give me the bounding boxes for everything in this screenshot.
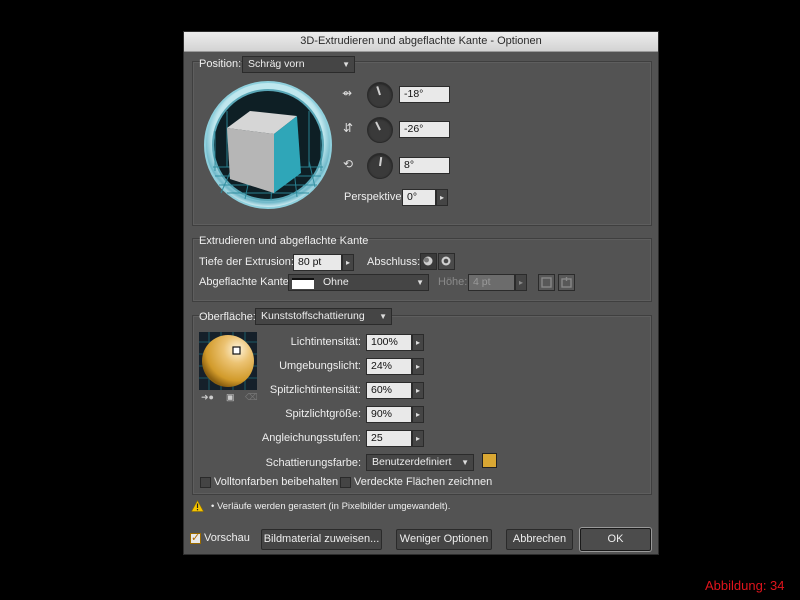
blend-steps-stepper-button[interactable]: ▸ <box>412 430 424 447</box>
bevel-dropdown[interactable]: Ohne ▼ <box>288 274 429 291</box>
draw-hidden-faces-label: Verdeckte Flächen zeichnen <box>354 476 493 488</box>
light-intensity-stepper-button[interactable]: ▸ <box>412 334 424 351</box>
bevel-preview-swatch <box>292 278 314 289</box>
z-rotation-knob[interactable] <box>367 153 393 179</box>
warning-icon <box>191 500 204 512</box>
z-rotation-input[interactable]: 8° <box>399 157 450 174</box>
shading-color-dropdown[interactable]: Benutzerdefiniert ▼ <box>366 454 474 471</box>
raster-warning-text: • Verläufe werden gerastert (in Pixelbil… <box>211 501 451 512</box>
blend-steps-label: Angleichungsstufen: <box>261 432 361 444</box>
bevel-height-input[interactable]: 4 pt <box>468 274 515 291</box>
surface-dropdown[interactable]: Kunststoffschattierung ▼ <box>255 308 392 325</box>
bevel-in-icon <box>561 277 572 288</box>
checkmark-icon: ✓ <box>191 532 201 544</box>
preview-checkbox[interactable]: ✓ <box>190 532 201 544</box>
surface-value: Kunststoffschattierung <box>261 310 365 322</box>
map-art-button[interactable]: Bildmaterial zuweisen... <box>261 529 382 550</box>
figure-caption: Abbildung: 34 <box>705 578 785 593</box>
ambient-light-stepper-button[interactable]: ▸ <box>412 358 424 375</box>
bevel-out-icon <box>541 277 552 288</box>
blend-steps-input[interactable]: 25 <box>366 430 412 447</box>
extrusion-depth-stepper-button[interactable]: ▸ <box>342 254 354 271</box>
cap-off-icon <box>441 256 451 266</box>
x-axis-icon: ⇴ <box>342 86 353 100</box>
bevel-height-stepper-button[interactable]: ▸ <box>515 274 527 291</box>
extrusion-depth-input[interactable]: 80 pt <box>293 254 342 271</box>
bevel-height-label: Höhe: <box>438 276 468 288</box>
y-rotation-knob[interactable] <box>367 117 393 143</box>
bevel-out-button[interactable] <box>538 274 555 291</box>
chevron-down-icon: ▼ <box>416 278 424 287</box>
preserve-spot-colors-checkbox[interactable] <box>200 477 211 488</box>
y-rotation-input[interactable]: -26° <box>399 121 450 138</box>
perspective-stepper-button[interactable]: ▸ <box>436 189 448 206</box>
cap-on-icon <box>423 256 433 266</box>
z-axis-icon: ⟲ <box>343 157 354 171</box>
cancel-button[interactable]: Abbrechen <box>506 529 573 550</box>
x-rotation-input[interactable]: -18° <box>399 86 450 103</box>
cap-on-button[interactable] <box>420 253 437 270</box>
light-intensity-label: Lichtintensität: <box>290 336 361 348</box>
extrude-section-title: Extrudieren und abgeflachte Kante <box>199 235 369 247</box>
position-preset-dropdown[interactable]: Schräg vorn ▼ <box>242 56 355 73</box>
cap-label: Abschluss: <box>367 256 421 268</box>
surface-label: Oberfläche: <box>199 311 256 323</box>
light-source-handle[interactable] <box>232 346 241 355</box>
draw-hidden-faces-checkbox[interactable] <box>340 477 351 488</box>
bevel-value: Ohne <box>323 276 349 288</box>
light-intensity-input[interactable]: 100% <box>366 334 412 351</box>
move-light-back-icon[interactable]: ➜● <box>201 392 214 403</box>
highlight-intensity-stepper-button[interactable]: ▸ <box>412 382 424 399</box>
cap-off-button[interactable] <box>438 253 455 270</box>
dialog-window: 3D-Extrudieren und abgeflachte Kante - O… <box>183 31 659 555</box>
bevel-in-button[interactable] <box>558 274 575 291</box>
perspective-input[interactable]: 0° <box>402 189 436 206</box>
extrusion-depth-label: Tiefe der Extrusion: <box>199 256 294 268</box>
x-rotation-knob[interactable] <box>367 82 393 108</box>
fewer-options-button[interactable]: Weniger Optionen <box>396 529 492 550</box>
shading-color-value: Benutzerdefiniert <box>372 456 452 468</box>
preview-label: Vorschau <box>204 532 250 544</box>
track-cube-preview[interactable] <box>201 81 335 209</box>
y-axis-icon: ⇵ <box>343 121 354 135</box>
shading-color-swatch[interactable] <box>482 453 497 468</box>
highlight-size-label: Spitzlichtgröße: <box>285 408 361 420</box>
dialog-title: 3D-Extrudieren und abgeflachte Kante - O… <box>184 32 658 52</box>
ok-button[interactable]: OK <box>580 528 651 551</box>
chevron-down-icon: ▼ <box>461 458 469 467</box>
chevron-down-icon: ▼ <box>342 60 350 69</box>
bevel-label: Abgeflachte Kante: <box>199 276 292 288</box>
highlight-intensity-label: Spitzlichtintensität: <box>269 384 361 396</box>
ambient-light-label: Umgebungslicht: <box>279 360 361 372</box>
lighting-sphere-preview[interactable] <box>199 332 257 390</box>
new-light-icon[interactable]: ▣ <box>226 392 235 403</box>
ambient-light-input[interactable]: 24% <box>366 358 412 375</box>
highlight-size-input[interactable]: 90% <box>366 406 412 423</box>
highlight-size-stepper-button[interactable]: ▸ <box>412 406 424 423</box>
chevron-down-icon: ▼ <box>379 312 387 321</box>
shading-color-label: Schattierungsfarbe: <box>265 457 361 469</box>
perspective-label: Perspektive: <box>344 191 405 203</box>
position-label: Position: <box>199 58 242 70</box>
highlight-intensity-input[interactable]: 60% <box>366 382 412 399</box>
position-preset-value: Schräg vorn <box>248 58 305 70</box>
delete-light-icon[interactable]: ⌫ <box>245 392 258 403</box>
preserve-spot-colors-label: Volltonfarben beibehalten <box>214 476 339 488</box>
